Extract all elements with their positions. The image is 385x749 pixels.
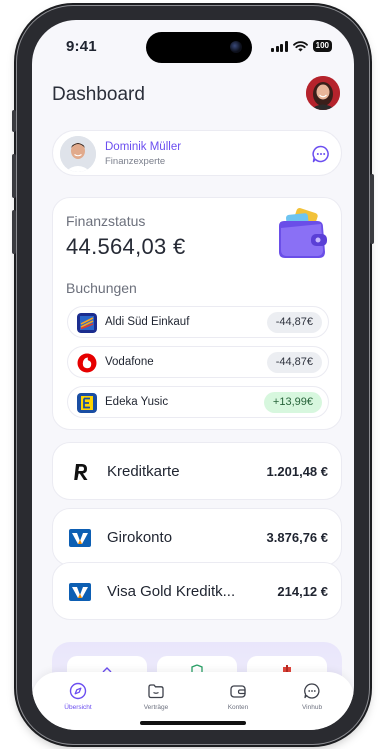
home-indicator [140, 721, 246, 725]
revolut-logo-icon [74, 464, 88, 480]
finance-amount: 44.564,03 € [66, 234, 186, 259]
tab-label: Konten [227, 704, 249, 711]
folder-icon [148, 684, 164, 699]
power-button [370, 174, 374, 244]
edeka-logo-icon [77, 393, 97, 413]
booking-row[interactable]: Edeka Yusic +13,99€ [67, 386, 329, 418]
status-indicators: 100 [271, 40, 332, 52]
account-card-girokonto[interactable]: Girokonto 3.876,76 € [52, 508, 342, 566]
chat-bubble-icon[interactable] [311, 144, 331, 164]
tab-uebersicht[interactable]: Übersicht [48, 682, 108, 711]
account-name: Girokonto [107, 529, 173, 546]
page-title: Dashboard [52, 84, 145, 105]
user-avatar-icon [306, 76, 340, 110]
volksbank-logo-icon [69, 529, 91, 547]
booking-name: Edeka Yusic [105, 396, 169, 408]
booking-amount: +13,99€ [263, 392, 322, 413]
volume-up-button [12, 154, 16, 198]
app-screen: 9:41 100 Dashboard Dominik Müller Finanz… [32, 20, 354, 730]
chat-icon [304, 683, 320, 699]
tab-vinhub[interactable]: Vinhub [282, 682, 342, 711]
camera-icon [230, 41, 242, 53]
bookings-label: Buchungen [66, 280, 137, 296]
aldi-logo-icon [77, 313, 97, 333]
account-name: Visa Gold Kreditk... [107, 583, 236, 600]
tab-label: Verträge [143, 704, 169, 711]
account-name: Kreditkarte [107, 463, 180, 480]
finance-card: Finanzstatus 44.564,03 € Buchungen Aldi … [52, 197, 342, 430]
account-value: 3.876,76 € [266, 530, 328, 545]
wallet-icon [230, 685, 246, 698]
user-avatar[interactable] [306, 76, 340, 110]
finance-label: Finanzstatus [66, 213, 146, 229]
account-card-visa-gold[interactable]: Visa Gold Kreditk... 214,12 € [52, 562, 342, 620]
dynamic-island [146, 32, 252, 63]
booking-row[interactable]: Aldi Süd Einkauf -44,87€ [67, 306, 329, 338]
booking-amount: -44,87€ [266, 312, 322, 333]
vodafone-logo-icon [77, 353, 97, 373]
account-value: 214,12 € [277, 584, 328, 599]
tab-label: Vinhub [301, 704, 323, 711]
wifi-icon [292, 40, 308, 51]
account-card-kreditkarte[interactable]: Kreditkarte 1.201,48 € [52, 442, 342, 500]
advisor-card[interactable]: Dominik Müller Finanzexperte [52, 130, 342, 176]
status-time: 9:41 [66, 38, 97, 55]
account-value: 1.201,48 € [266, 464, 328, 479]
volksbank-logo-icon [69, 583, 91, 601]
compass-icon [69, 682, 87, 700]
booking-name: Vodafone [105, 356, 154, 368]
tab-konten[interactable]: Konten [208, 682, 268, 711]
wallet-icon [279, 208, 327, 258]
advisor-role: Finanzexperte [105, 156, 166, 167]
tab-vertraege[interactable]: Verträge [126, 682, 186, 711]
advisor-avatar-icon [60, 136, 96, 172]
battery-icon: 100 [312, 40, 332, 52]
signal-icon [271, 40, 288, 52]
volume-down-button [12, 210, 16, 254]
action-button [12, 110, 16, 132]
booking-row[interactable]: Vodafone -44,87€ [67, 346, 329, 378]
tab-label: Übersicht [64, 704, 92, 711]
advisor-name: Dominik Müller [105, 141, 182, 153]
booking-amount: -44,87€ [266, 352, 322, 373]
booking-name: Aldi Süd Einkauf [105, 316, 190, 328]
advisor-avatar [60, 136, 96, 172]
